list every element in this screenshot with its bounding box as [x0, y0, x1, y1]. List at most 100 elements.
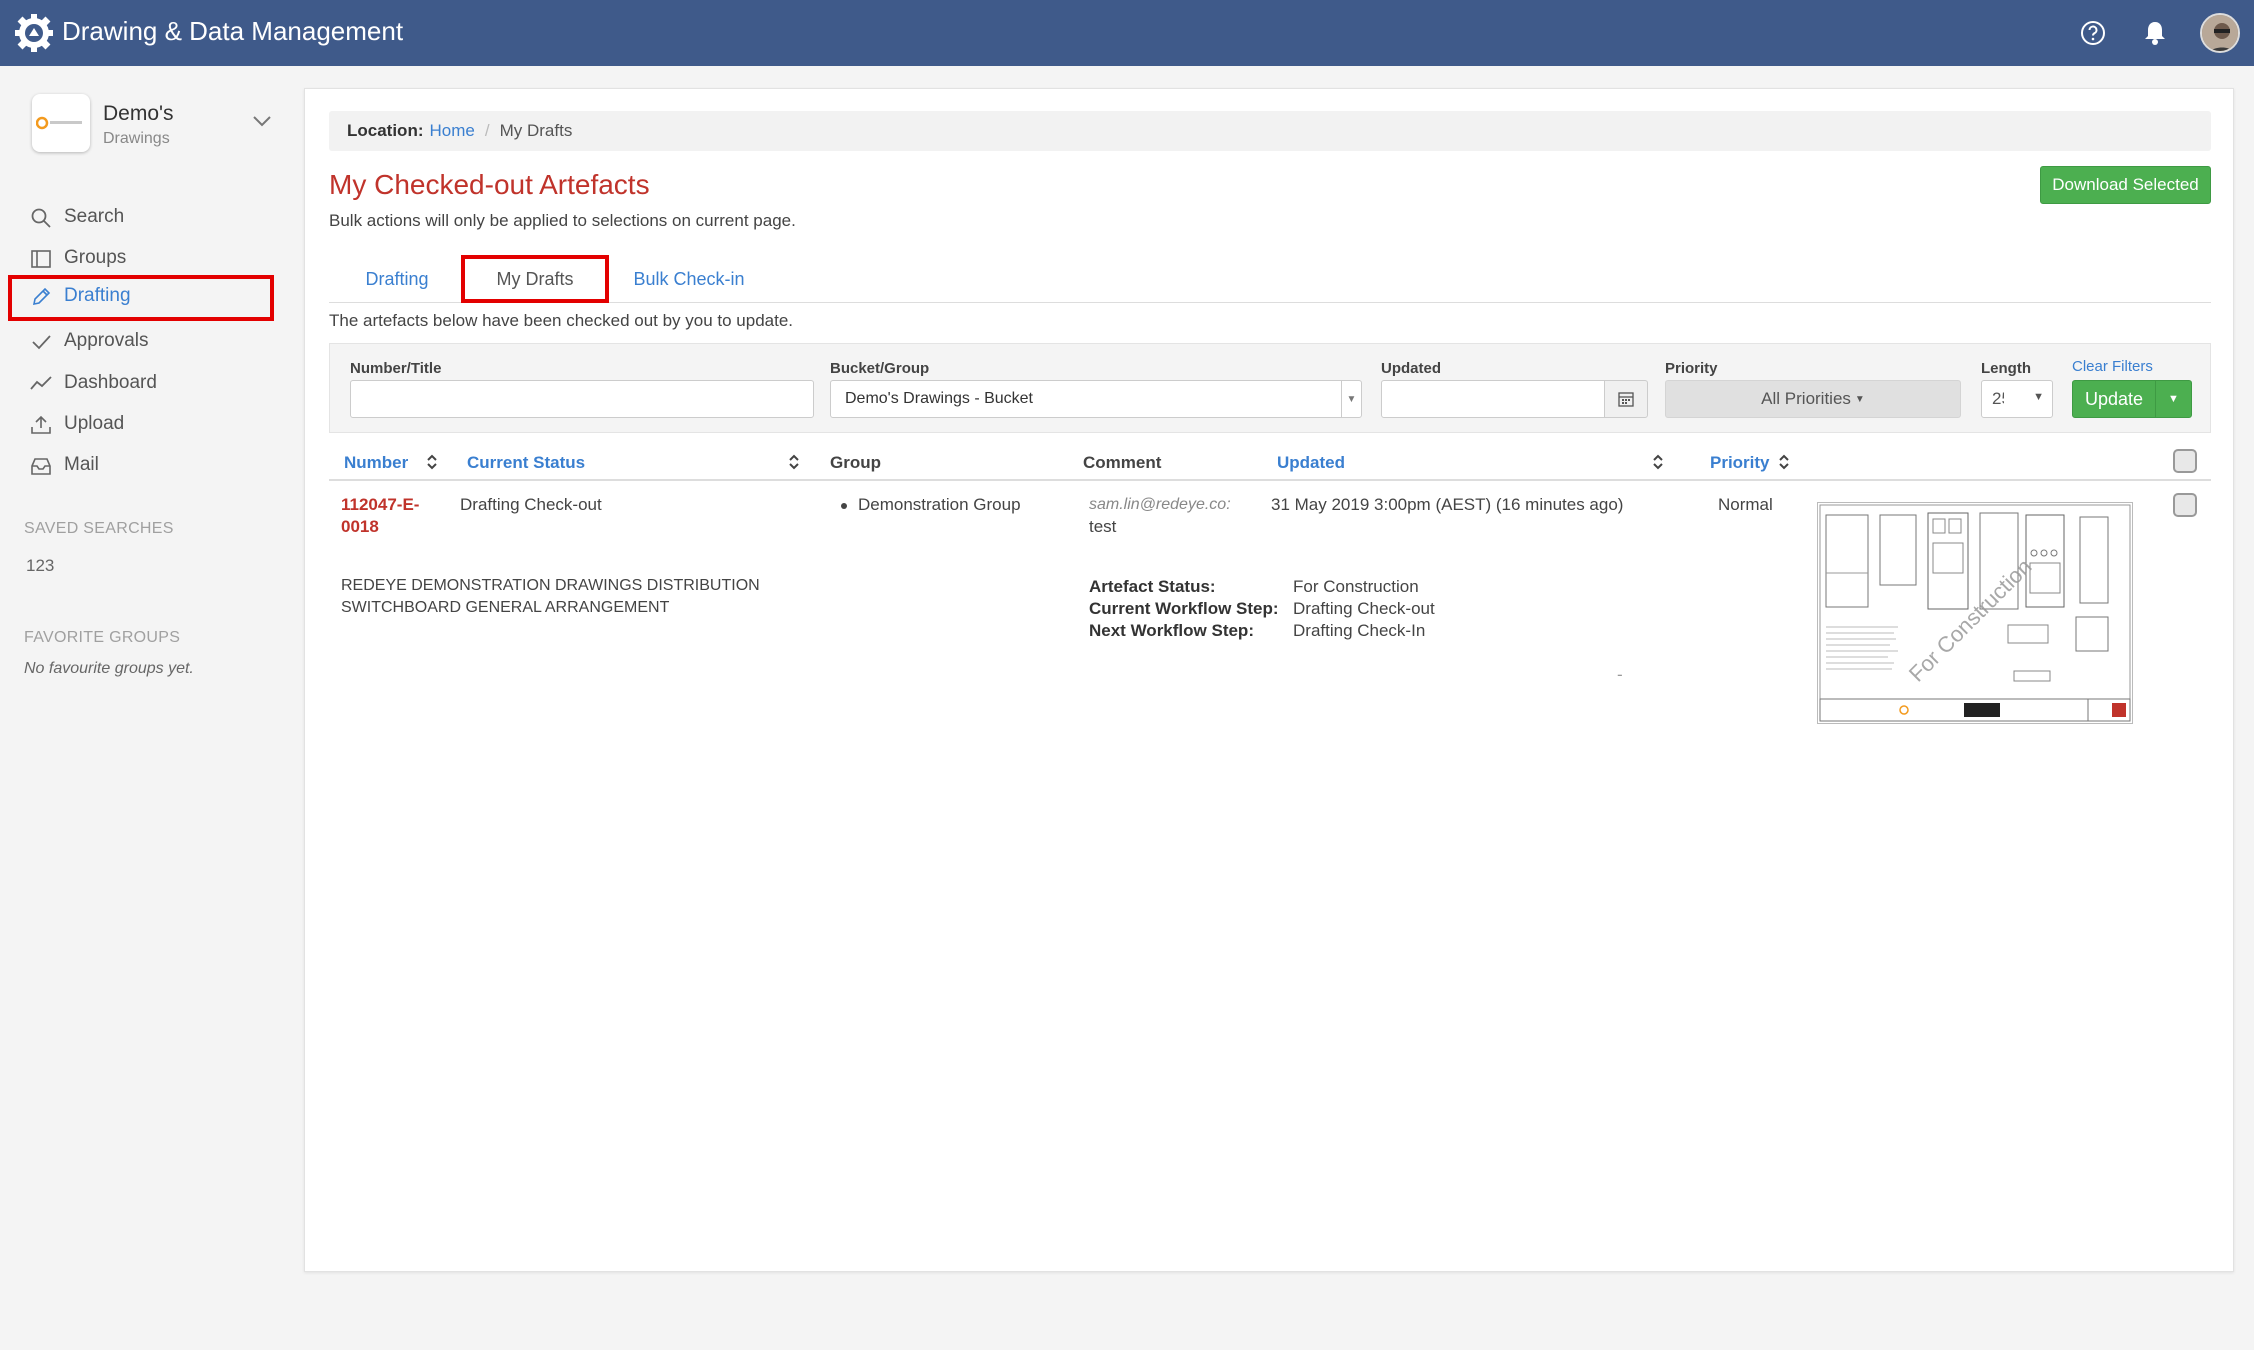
tab-description: The artefacts below have been checked ou… [329, 311, 794, 330]
artefact-number-part: 112047-E- [341, 495, 420, 514]
next-workflow-step-label: Next Workflow Step: [1089, 621, 1254, 640]
sort-icon[interactable] [787, 453, 801, 471]
number-title-label: Number/Title [350, 360, 442, 377]
update-button[interactable]: Update ▼ [2072, 380, 2192, 418]
app-title: Drawing & Data Management [62, 16, 404, 46]
artefact-title-line: SWITCHBOARD GENERAL ARRANGEMENT [341, 599, 670, 616]
sidebar-item-drafting[interactable]: Drafting [8, 275, 274, 321]
main-panel: Location: Home / My Drafts My Checked-ou… [304, 88, 2234, 1272]
mail-icon [31, 458, 51, 475]
sidebar-item-mail[interactable]: Mail [8, 444, 274, 486]
breadcrumb: Location: Home / My Drafts [329, 111, 2211, 151]
calendar-button[interactable] [1604, 380, 1648, 418]
help-icon[interactable] [2076, 16, 2110, 50]
org-logo [32, 94, 90, 152]
sidebar-item-label: Approvals [64, 330, 149, 351]
dropdown-caret-icon: ▼ [2033, 391, 2044, 403]
calendar-icon [1618, 392, 1634, 407]
caret-down-icon[interactable]: ▼ [2155, 381, 2191, 417]
saved-searches-title: SAVED SEARCHES [24, 520, 174, 537]
sidebar-item-label: Drafting [64, 285, 131, 306]
length-label: Length [1981, 360, 2031, 377]
sidebar-item-label: Search [64, 206, 125, 227]
current-workflow-step-value: Drafting Check-out [1293, 599, 1435, 618]
group-cell: Demonstration Group [858, 495, 1021, 514]
org-switcher[interactable]: Demo's Drawings [32, 94, 282, 160]
filter-bar: Number/Title Bucket/Group Demo's Drawing… [329, 343, 2211, 433]
tab-bulk-check-in[interactable]: Bulk Check-in [619, 255, 759, 303]
sidebar-item-approvals[interactable]: Approvals [8, 320, 274, 362]
comment-user: sam.lin@redeye.co: [1089, 496, 1231, 513]
caret-down-icon: ▼ [1854, 393, 1865, 405]
sidebar: Demo's Drawings Search Groups Drafting A… [0, 66, 300, 1350]
gear-logo-icon[interactable] [15, 14, 53, 52]
priority-cell: Normal [1718, 495, 1773, 514]
sidebar-item-label: Dashboard [64, 372, 157, 393]
org-name: Demo's [103, 102, 174, 125]
sidebar-item-label: Upload [64, 413, 125, 434]
thumbnail-watermark: For Construction [1904, 554, 2037, 687]
avatar[interactable] [2200, 13, 2240, 53]
updated-cell: 31 May 2019 3:00pm (AEST) (16 minutes ag… [1271, 495, 1624, 514]
priority-label: Priority [1665, 360, 1718, 377]
sidebar-item-groups[interactable]: Groups [8, 237, 274, 279]
check-icon [32, 335, 51, 350]
download-selected-button[interactable]: Download Selected [2040, 166, 2211, 204]
updated-date-input[interactable] [1381, 380, 1605, 418]
length-select[interactable]: 25 ▼ [1981, 380, 2053, 418]
search-icon [31, 208, 51, 228]
bucket-group-label: Bucket/Group [830, 360, 930, 377]
number-title-input[interactable] [350, 380, 814, 418]
current-workflow-step-label: Current Workflow Step: [1089, 599, 1279, 618]
bulk-actions-note: Bulk actions will only be applied to sel… [329, 211, 796, 230]
artefact-status-value: For Construction [1293, 577, 1419, 596]
breadcrumb-home-link[interactable]: Home [430, 121, 475, 141]
clear-filters-link[interactable]: Clear Filters [2072, 358, 2153, 375]
sidebar-item-label: Mail [64, 454, 99, 475]
list-bullet [841, 503, 847, 509]
saved-search-item[interactable]: 123 [26, 556, 54, 576]
tab-bar: Drafting My Drafts Bulk Check-in [329, 255, 2211, 303]
column-header-priority[interactable]: Priority [1710, 453, 1770, 473]
table-header: Number Current Status Group Comment Upda… [329, 441, 2211, 481]
chevron-down-icon[interactable] [250, 108, 274, 132]
sidebar-item-search[interactable]: Search [8, 196, 274, 238]
drawing-thumbnail[interactable]: For Construction [1817, 502, 2133, 724]
column-header-number[interactable]: Number [344, 453, 408, 473]
column-header-comment: Comment [1083, 453, 1162, 472]
tab-drafting[interactable]: Drafting [341, 255, 453, 303]
bucket-group-value: Demo's Drawings - Bucket [845, 390, 1033, 407]
top-bar: Drawing & Data Management [0, 0, 2254, 66]
artefact-status-label: Artefact Status: [1089, 577, 1216, 596]
sidebar-item-upload[interactable]: Upload [8, 403, 274, 445]
tab-my-drafts[interactable]: My Drafts [461, 255, 609, 303]
sort-icon[interactable] [1651, 453, 1665, 471]
comment-text: test [1089, 517, 1117, 536]
row-checkbox[interactable] [2173, 493, 2197, 517]
bucket-group-select[interactable]: Demo's Drawings - Bucket ▼ [830, 380, 1362, 418]
sort-icon[interactable] [425, 453, 439, 471]
separator-dash: - [1617, 665, 1623, 684]
favorite-groups-empty: No favourite groups yet. [24, 660, 194, 677]
column-header-updated[interactable]: Updated [1277, 453, 1345, 473]
favorite-groups-title: FAVORITE GROUPS [24, 629, 181, 646]
priority-dropdown[interactable]: All Priorities ▼ [1665, 380, 1961, 418]
dropdown-caret-icon: ▼ [1341, 381, 1361, 417]
breadcrumb-separator: / [484, 121, 490, 140]
column-header-current-status[interactable]: Current Status [467, 453, 585, 473]
pencil-icon [32, 287, 51, 306]
chart-line-icon [30, 376, 52, 390]
artefact-title-line: REDEYE DEMONSTRATION DRAWINGS DISTRIBUTI… [341, 577, 760, 594]
upload-icon [31, 415, 51, 434]
bell-icon[interactable] [2138, 16, 2172, 50]
sidebar-item-label: Groups [64, 247, 127, 268]
select-all-checkbox[interactable] [2173, 449, 2197, 473]
column-header-group: Group [830, 453, 881, 472]
priority-value: All Priorities [1761, 389, 1851, 408]
sidebar-item-dashboard[interactable]: Dashboard [8, 362, 274, 404]
artefact-number-link[interactable]: 112047-E- 0018 [341, 494, 421, 538]
update-button-label: Update [2084, 388, 2144, 409]
status-cell: Drafting Check-out [460, 495, 602, 514]
sort-icon[interactable] [1777, 453, 1791, 471]
length-value: 25 [1992, 389, 2004, 408]
